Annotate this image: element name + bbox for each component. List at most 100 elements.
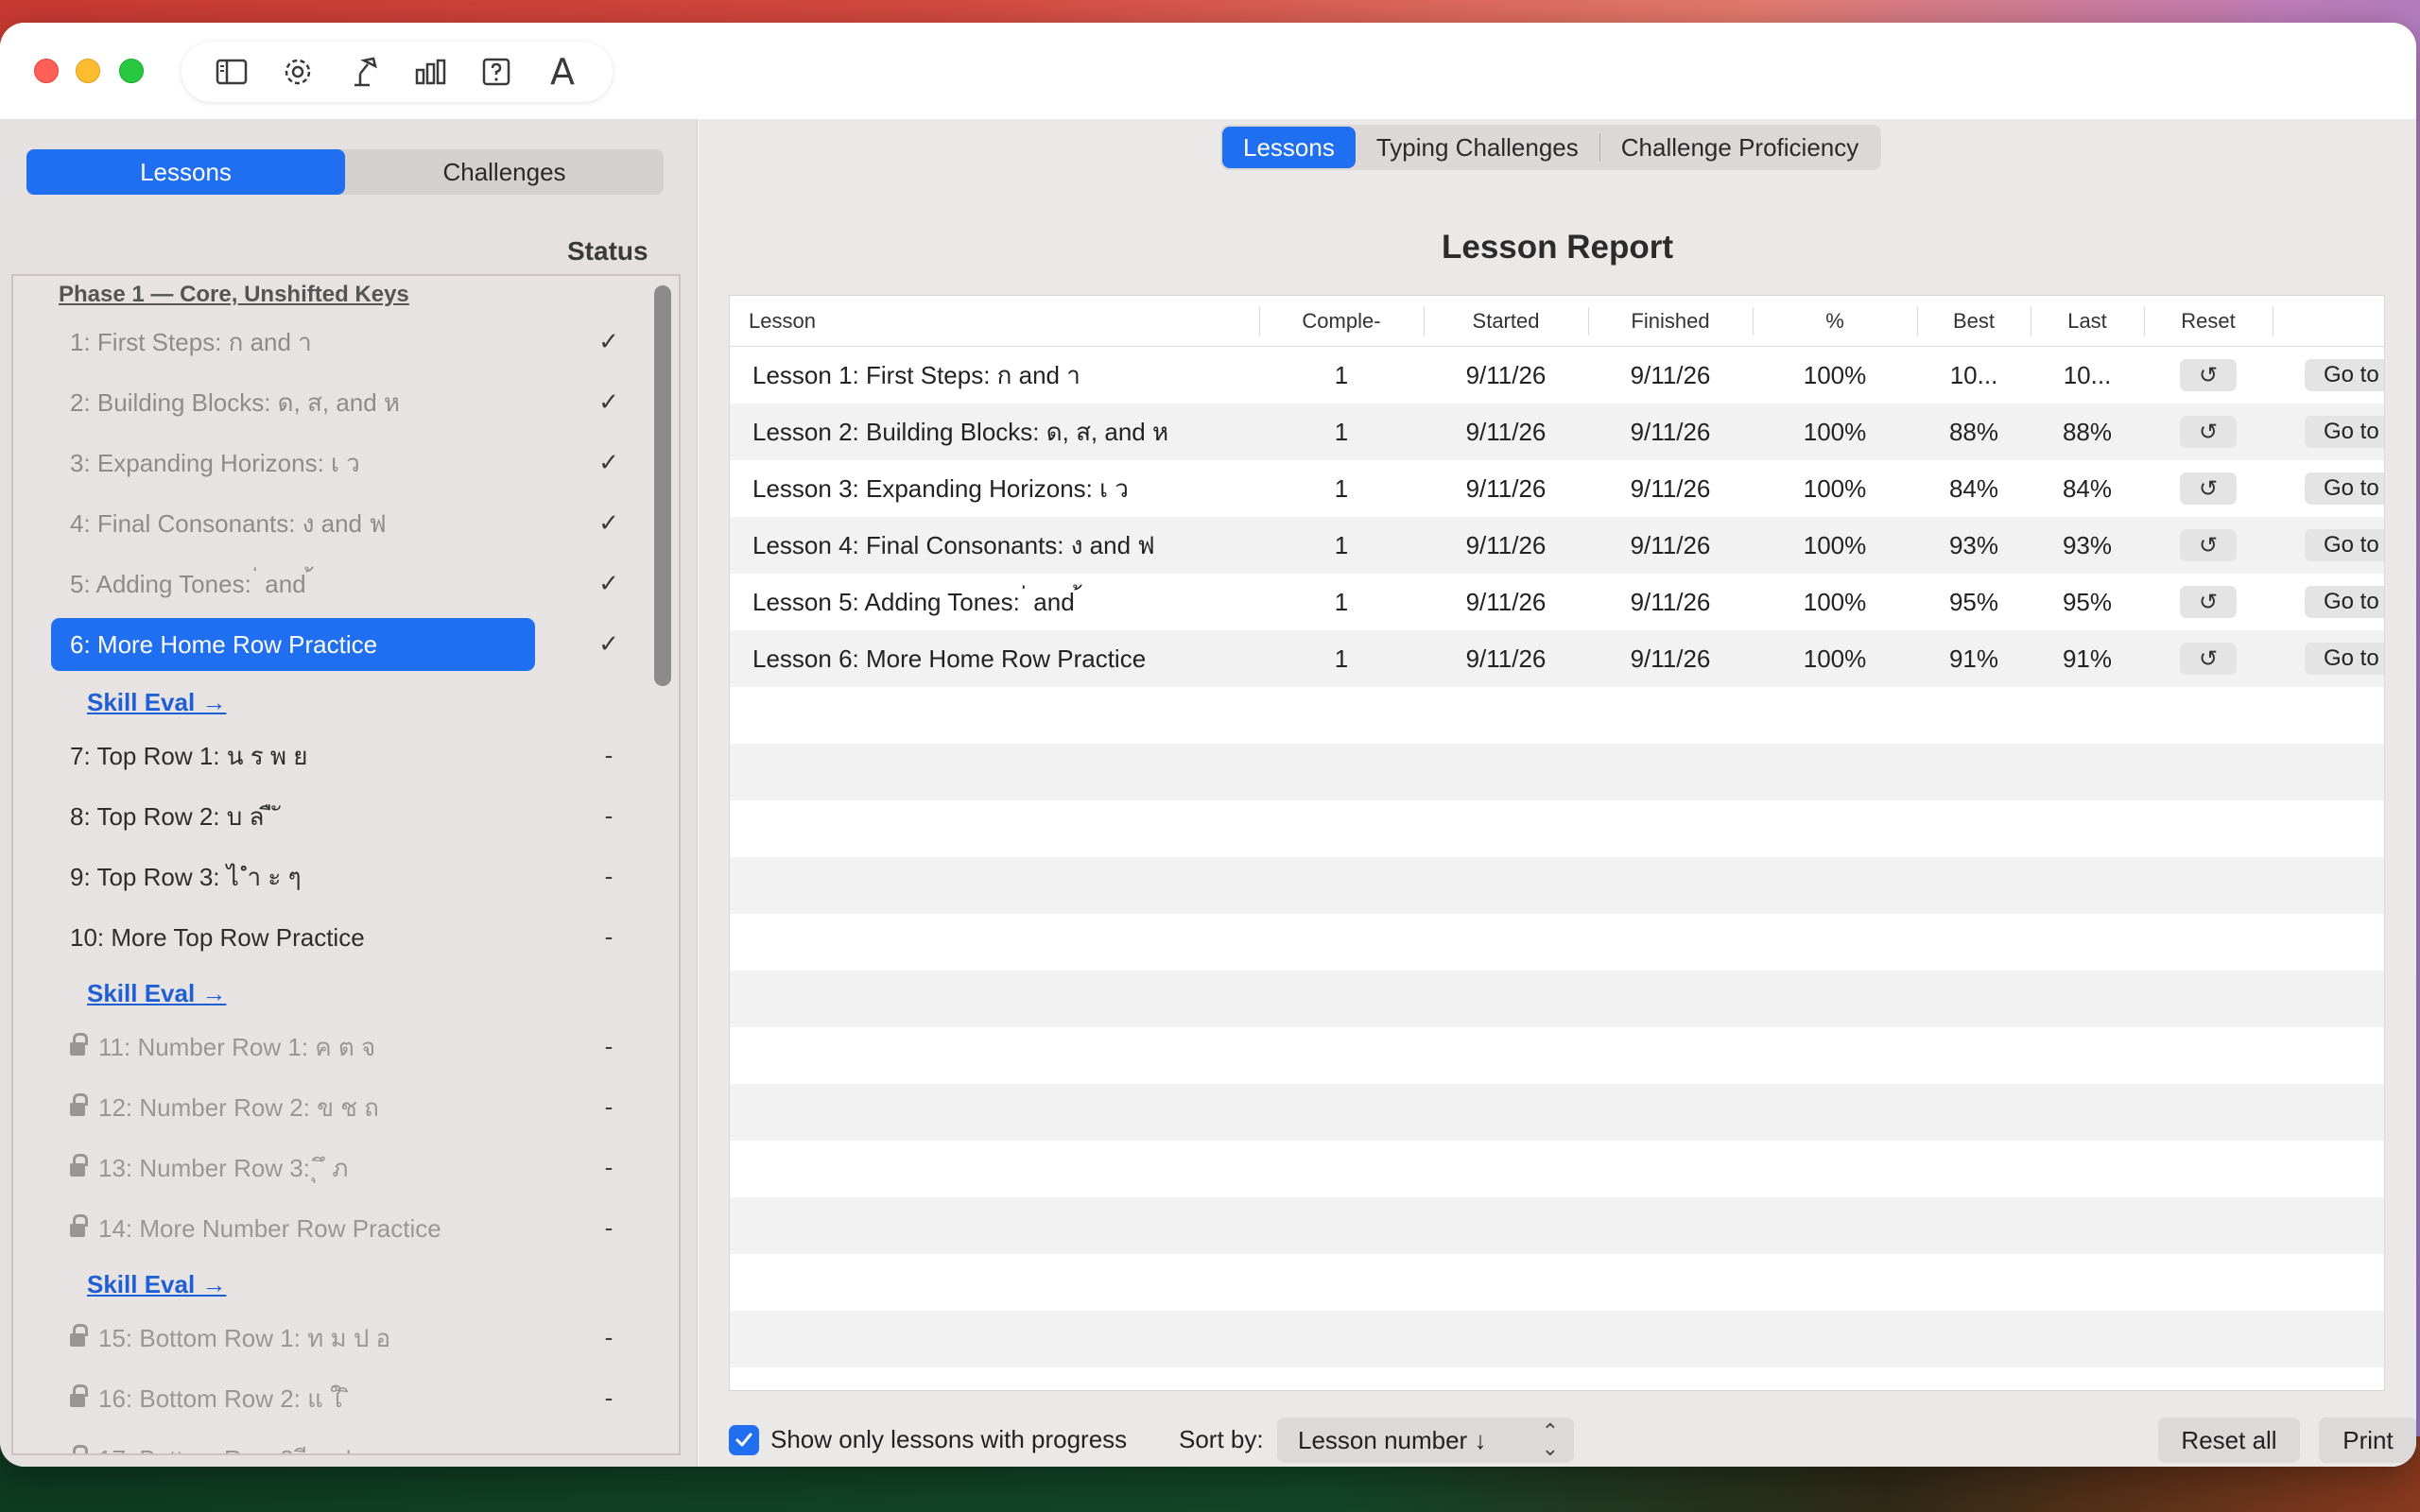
reset-lesson-button[interactable]: ↺	[2180, 472, 2237, 505]
status-dash: -	[604, 1153, 614, 1181]
status-check: ✓	[598, 448, 619, 476]
column-header-percent[interactable]: %	[1753, 296, 1917, 347]
status-check: ✓	[598, 327, 619, 355]
tab-typing-challenges[interactable]: Typing Challenges	[1356, 127, 1599, 168]
lesson-item[interactable]: 1: First Steps: ก and า	[51, 316, 571, 369]
cell-finished: 9/11/26	[1630, 587, 1711, 616]
go-to-lesson-button[interactable]: Go to	[2305, 643, 2384, 675]
status-dash: -	[604, 1213, 614, 1242]
lesson-item-locked[interactable]: 12: Number Row 2: ข ช ถ	[51, 1081, 571, 1134]
lesson-label: 17: Bottom Row 3: ี ผ ป	[85, 1440, 351, 1454]
lesson-item[interactable]: 7: Top Row 1: น ร พ ย	[51, 730, 571, 782]
sidebar-segmented-control: Lessons Challenges	[26, 149, 664, 195]
go-to-lesson-button[interactable]: Go to	[2305, 529, 2384, 561]
sidebar-scroll-thumb[interactable]	[654, 285, 671, 686]
column-header-last[interactable]: Last	[2031, 296, 2144, 347]
reset-all-button[interactable]: Reset all	[2158, 1418, 2300, 1463]
lesson-item-locked[interactable]: 16: Bottom Row 2: แ ใ ิ	[51, 1372, 571, 1425]
lesson-report-table: Lesson Comple- Started Finished % Best L…	[729, 295, 2385, 1391]
cell-lesson: Lesson 4: Final Consonants: ง and ฟ	[752, 530, 1155, 559]
column-header-completed[interactable]: Comple-	[1259, 296, 1424, 347]
lesson-label: 2: Building Blocks: ด, ส, and ห	[70, 387, 401, 417]
column-header-finished[interactable]: Finished	[1588, 296, 1753, 347]
cell-last: 88%	[2062, 417, 2113, 446]
segment-challenges[interactable]: Challenges	[345, 149, 664, 195]
reset-lesson-button[interactable]: ↺	[2180, 416, 2237, 448]
lesson-item-locked[interactable]: 14: More Number Row Practice	[51, 1202, 571, 1255]
reset-lesson-button[interactable]: ↺	[2180, 643, 2237, 675]
statistics-button[interactable]	[407, 49, 453, 94]
lesson-label: 3: Expanding Horizons: เ ว	[70, 448, 360, 477]
lesson-item[interactable]: 9: Top Row 3: ไ ำ ะ ๆ	[51, 850, 571, 903]
settings-button[interactable]	[275, 49, 320, 94]
lesson-label: 9: Top Row 3: ไ ำ ะ ๆ	[70, 862, 302, 891]
lesson-item[interactable]: 2: Building Blocks: ด, ส, and ห	[51, 376, 571, 429]
lesson-label: 6: More Home Row Practice	[70, 629, 378, 659]
cell-started: 9/11/26	[1465, 417, 1547, 446]
tab-challenge-proficiency[interactable]: Challenge Proficiency	[1600, 127, 1879, 168]
app-window: A Lessons Challenges Status Phase 1 — Co…	[0, 23, 2416, 1467]
lesson-item[interactable]: 8: Top Row 2: บ ล ื ั	[51, 790, 571, 843]
toggle-sidebar-button[interactable]	[209, 49, 254, 94]
sort-by-select[interactable]: Lesson number ↓ ⌃ ⌄	[1277, 1418, 1574, 1463]
go-to-lesson-button[interactable]: Go to	[2305, 472, 2384, 505]
table-row[interactable]: Lesson 2: Building Blocks: ด, ส, and ห 1 9…	[730, 404, 2384, 460]
lesson-item[interactable]: 5: Adding Tones: ่ and ้	[51, 558, 571, 610]
table-row[interactable]: Lesson 1: First Steps: ก and า 1 9/11/26 9/…	[730, 347, 2384, 404]
toolbar: A	[182, 42, 613, 102]
lock-icon	[70, 1093, 88, 1116]
lamp-button[interactable]	[341, 49, 387, 94]
print-button[interactable]: Print	[2319, 1418, 2416, 1463]
table-row-empty	[730, 1084, 2384, 1141]
sidebar: Lessons Challenges Status Phase 1 — Core…	[0, 119, 698, 1467]
go-to-lesson-button[interactable]: Go to	[2305, 586, 2384, 618]
go-to-lesson-button[interactable]: Go to	[2305, 416, 2384, 448]
lesson-item[interactable]: 3: Expanding Horizons: เ ว	[51, 437, 571, 490]
skill-eval-link[interactable]: Skill Eval →	[87, 688, 226, 717]
reset-lesson-button[interactable]: ↺	[2180, 586, 2237, 618]
zoom-window-button[interactable]	[119, 59, 144, 83]
status-dash: -	[604, 862, 614, 890]
table-row-empty	[730, 1254, 2384, 1311]
lesson-item[interactable]: 10: More Top Row Practice	[51, 911, 571, 964]
close-window-button[interactable]	[34, 59, 59, 83]
column-header-reset[interactable]: Reset	[2144, 296, 2273, 347]
gear-icon	[285, 59, 311, 85]
table-row[interactable]: Lesson 3: Expanding Horizons: เ ว 1 9/11/2…	[730, 460, 2384, 517]
status-dash: -	[604, 1032, 614, 1060]
lesson-item-locked[interactable]: 13: Number Row 3: ุ ึ ภ	[51, 1142, 571, 1194]
cell-percent: 100%	[1803, 473, 1867, 503]
phase-title[interactable]: Phase 1 — Core, Unshifted Keys	[59, 282, 409, 308]
lesson-item-locked[interactable]: 17: Bottom Row 3: ี ผ ป	[51, 1433, 571, 1454]
column-header-started[interactable]: Started	[1424, 296, 1588, 347]
column-header-lesson[interactable]: Lesson	[749, 296, 1221, 347]
cell-finished: 9/11/26	[1630, 644, 1711, 673]
minimize-window-button[interactable]	[76, 59, 100, 83]
segment-lessons[interactable]: Lessons	[26, 149, 345, 195]
lesson-item-selected[interactable]: 6: More Home Row Practice	[51, 618, 535, 671]
lesson-item-locked[interactable]: 11: Number Row 1: ค ต จ	[51, 1021, 571, 1074]
reset-lesson-button[interactable]: ↺	[2180, 529, 2237, 561]
table-row[interactable]: Lesson 5: Adding Tones: ่ and ้ 1 9/11/26 9…	[730, 574, 2384, 630]
reset-lesson-button[interactable]: ↺	[2180, 359, 2237, 391]
lesson-item[interactable]: 4: Final Consonants: ง and ฟ	[51, 497, 571, 550]
table-row[interactable]: Lesson 4: Final Consonants: ง and ฟ 1 9/11…	[730, 517, 2384, 574]
table-row-empty	[730, 1027, 2384, 1084]
cell-best: 88%	[1948, 417, 1999, 446]
lesson-item-locked[interactable]: 15: Bottom Row 1: ท ม ป อ	[51, 1312, 571, 1365]
font-size-button[interactable]: A	[540, 49, 585, 94]
skill-eval-link[interactable]: Skill Eval →	[87, 979, 226, 1008]
status-check: ✓	[598, 629, 619, 658]
cell-started: 9/11/26	[1465, 473, 1547, 503]
skill-eval-link[interactable]: Skill Eval →	[87, 1270, 226, 1299]
tab-lessons[interactable]: Lessons	[1222, 127, 1356, 168]
go-to-lesson-button[interactable]: Go to	[2305, 359, 2384, 391]
help-button[interactable]	[474, 49, 519, 94]
column-header-best[interactable]: Best	[1917, 296, 2031, 347]
table-row-empty	[730, 800, 2384, 857]
table-row[interactable]: Lesson 6: More Home Row Practice 1 9/11/26…	[730, 630, 2384, 687]
status-dash: -	[604, 1323, 614, 1351]
table-row-empty	[730, 1197, 2384, 1254]
show-progress-label[interactable]: Show only lessons with progress	[770, 1425, 1127, 1454]
show-progress-checkbox[interactable]	[729, 1425, 759, 1455]
